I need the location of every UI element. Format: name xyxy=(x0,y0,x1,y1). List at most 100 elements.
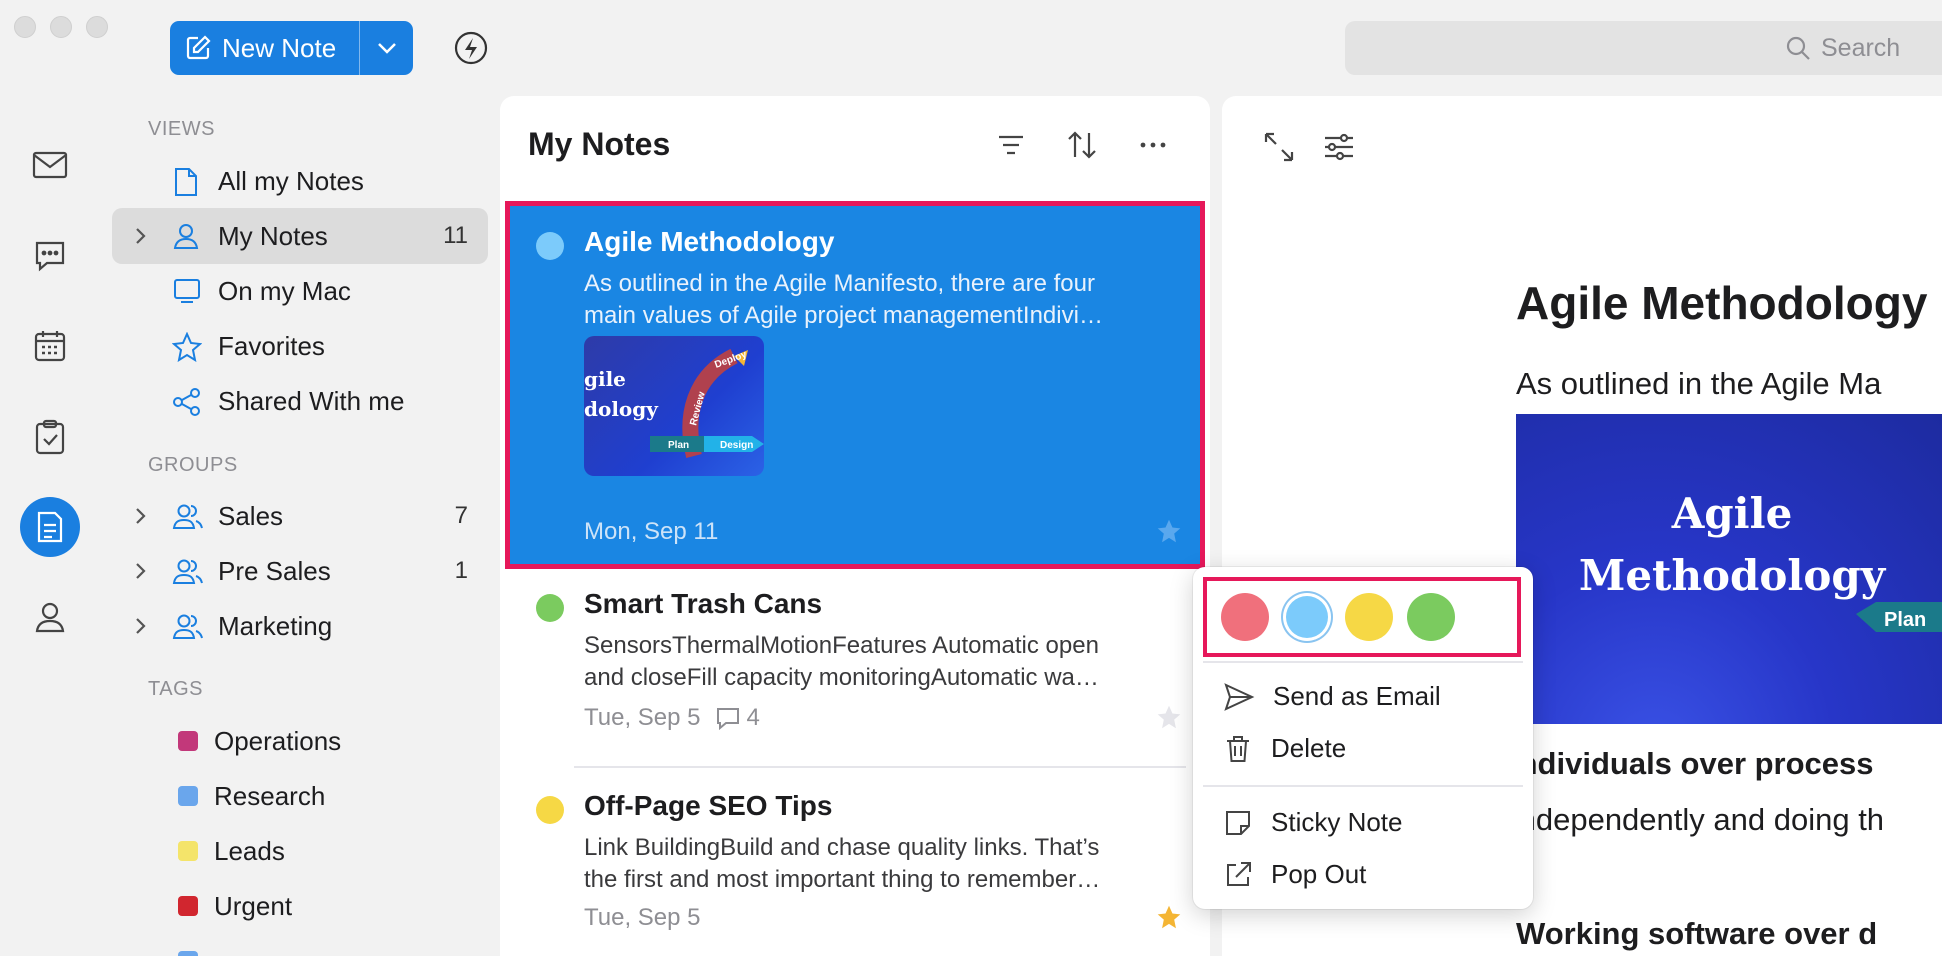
pop-out-menu-item[interactable]: Pop Out xyxy=(1223,859,1366,890)
note-count: 1 xyxy=(454,557,468,584)
send-as-email-menu-item[interactable]: Send as Email xyxy=(1223,681,1441,712)
sidebar-item-shared-with-me[interactable]: Shared With me xyxy=(112,373,488,429)
send-icon xyxy=(1223,682,1255,712)
group-icon xyxy=(172,557,204,585)
document-heading-2: Working software over d xyxy=(1516,916,1878,951)
sidebar-item-label: Leads xyxy=(214,835,285,866)
list-title: My Notes xyxy=(528,126,671,162)
sidebar-item-pre-sales[interactable]: Pre Sales 1 xyxy=(112,543,488,599)
group-icon xyxy=(172,502,204,530)
favorite-star-icon[interactable] xyxy=(1156,518,1182,544)
sort-button[interactable] xyxy=(1066,130,1098,160)
sidebar-tag-operations[interactable]: Operations xyxy=(112,713,488,769)
groups-header: GROUPS xyxy=(148,454,238,476)
new-note-button[interactable]: New Note xyxy=(170,21,359,75)
note-title: Smart Trash Cans xyxy=(584,588,823,619)
note-color-dot xyxy=(536,594,564,622)
quick-action-button[interactable] xyxy=(453,30,489,66)
new-note-dropdown-button[interactable] xyxy=(360,21,413,75)
expand-button[interactable] xyxy=(1262,130,1296,164)
sidebar-item-label: Urgent xyxy=(214,890,293,921)
svg-text:dology: dology xyxy=(584,397,659,421)
sidebar-tag-research[interactable]: Research xyxy=(112,768,488,824)
sidebar-item-my-notes[interactable]: My Notes 11 xyxy=(112,208,488,264)
person-icon xyxy=(172,222,200,250)
chat-nav-button[interactable] xyxy=(20,226,80,286)
note-count: 11 xyxy=(443,222,468,249)
notes-nav-button[interactable] xyxy=(20,497,80,557)
menu-divider xyxy=(1203,785,1523,787)
chevron-right-icon[interactable] xyxy=(134,561,148,581)
sort-icon xyxy=(1066,130,1098,160)
tags-header: TAGS xyxy=(148,678,203,700)
sticky-note-menu-item[interactable]: Sticky Note xyxy=(1223,807,1403,838)
note-date: Mon, Sep 11 xyxy=(584,518,719,545)
chevron-right-icon[interactable] xyxy=(134,506,148,526)
color-option-blue[interactable] xyxy=(1283,593,1331,641)
filter-icon xyxy=(996,130,1026,160)
favorite-star-icon[interactable] xyxy=(1156,704,1182,730)
clipboard-check-icon xyxy=(34,419,66,455)
sidebar-item-label: Pre Sales xyxy=(218,555,331,586)
note-item-smart-trash-cans[interactable]: Smart Trash Cans SensorsThermalMotionFea… xyxy=(510,574,1200,764)
color-option-yellow[interactable] xyxy=(1345,593,1393,641)
star-icon xyxy=(172,332,202,362)
chevron-down-icon xyxy=(376,41,398,55)
tag-color-swatch xyxy=(178,896,198,916)
search-placeholder: Search xyxy=(1821,33,1901,62)
tag-color-swatch xyxy=(178,951,198,956)
svg-text:Plan: Plan xyxy=(1884,609,1926,631)
tag-color-swatch xyxy=(178,841,198,861)
zoom-window-button[interactable] xyxy=(86,16,108,38)
svg-text:gile: gile xyxy=(584,367,626,391)
sidebar-tag-partial[interactable] xyxy=(112,933,488,956)
minimize-window-button[interactable] xyxy=(50,16,72,38)
delete-menu-item[interactable]: Delete xyxy=(1223,733,1346,764)
sidebar-item-on-my-mac[interactable]: On my Mac xyxy=(112,263,488,319)
sidebar-item-label: On my Mac xyxy=(218,275,351,306)
chevron-right-icon[interactable] xyxy=(134,616,148,636)
document-title: Agile Methodology xyxy=(1516,277,1928,329)
external-link-icon xyxy=(1223,860,1253,890)
close-window-button[interactable] xyxy=(14,16,36,38)
search-field[interactable]: Search xyxy=(1345,21,1942,75)
chevron-right-icon[interactable] xyxy=(134,226,148,246)
contacts-nav-button[interactable] xyxy=(20,587,80,647)
document-paragraph-1: Independently and doing th xyxy=(1510,802,1885,837)
sidebar-item-label: My Notes xyxy=(218,220,328,251)
note-color-dot xyxy=(536,232,564,260)
format-settings-button[interactable] xyxy=(1322,130,1356,164)
sidebar-item-favorites[interactable]: Favorites xyxy=(112,318,488,374)
favorite-star-icon[interactable] xyxy=(1156,904,1182,930)
comment-icon xyxy=(715,706,741,730)
sidebar-item-label: Research xyxy=(214,780,326,811)
expand-icon xyxy=(1262,130,1296,164)
window-controls xyxy=(14,16,108,38)
mail-nav-button[interactable] xyxy=(20,135,80,195)
calendar-nav-button[interactable] xyxy=(20,316,80,376)
sidebar-item-all-my-notes[interactable]: All my Notes xyxy=(112,153,488,209)
note-item-off-page-seo-tips[interactable]: Off-Page SEO Tips Link BuildingBuild and… xyxy=(510,776,1200,956)
more-options-button[interactable] xyxy=(1138,130,1168,160)
sidebar-item-label: Marketing xyxy=(218,610,333,641)
note-item-agile-methodology[interactable]: Agile Methodology As outlined in the Agi… xyxy=(505,201,1205,569)
person-icon xyxy=(35,601,65,633)
color-option-red[interactable] xyxy=(1221,593,1269,641)
monitor-icon xyxy=(172,277,202,305)
comment-count: 4 xyxy=(715,704,760,732)
color-option-green[interactable] xyxy=(1407,593,1455,641)
sidebar-tag-urgent[interactable]: Urgent xyxy=(112,878,488,934)
sidebar-tag-leads[interactable]: Leads xyxy=(112,823,488,879)
menu-divider xyxy=(1203,661,1523,663)
color-picker-row xyxy=(1203,577,1521,657)
group-icon xyxy=(172,612,204,640)
sidebar-item-marketing[interactable]: Marketing xyxy=(112,598,488,654)
trash-icon xyxy=(1223,734,1253,764)
note-preview: Link BuildingBuild and chase quality lin… xyxy=(584,834,1101,893)
sidebar-item-label: Sales xyxy=(218,500,284,531)
note-title: Agile Methodology xyxy=(584,226,835,257)
filter-button[interactable] xyxy=(996,130,1026,160)
tag-color-swatch xyxy=(178,786,198,806)
tasks-nav-button[interactable] xyxy=(20,407,80,467)
sidebar-item-sales[interactable]: Sales 7 xyxy=(112,488,488,544)
